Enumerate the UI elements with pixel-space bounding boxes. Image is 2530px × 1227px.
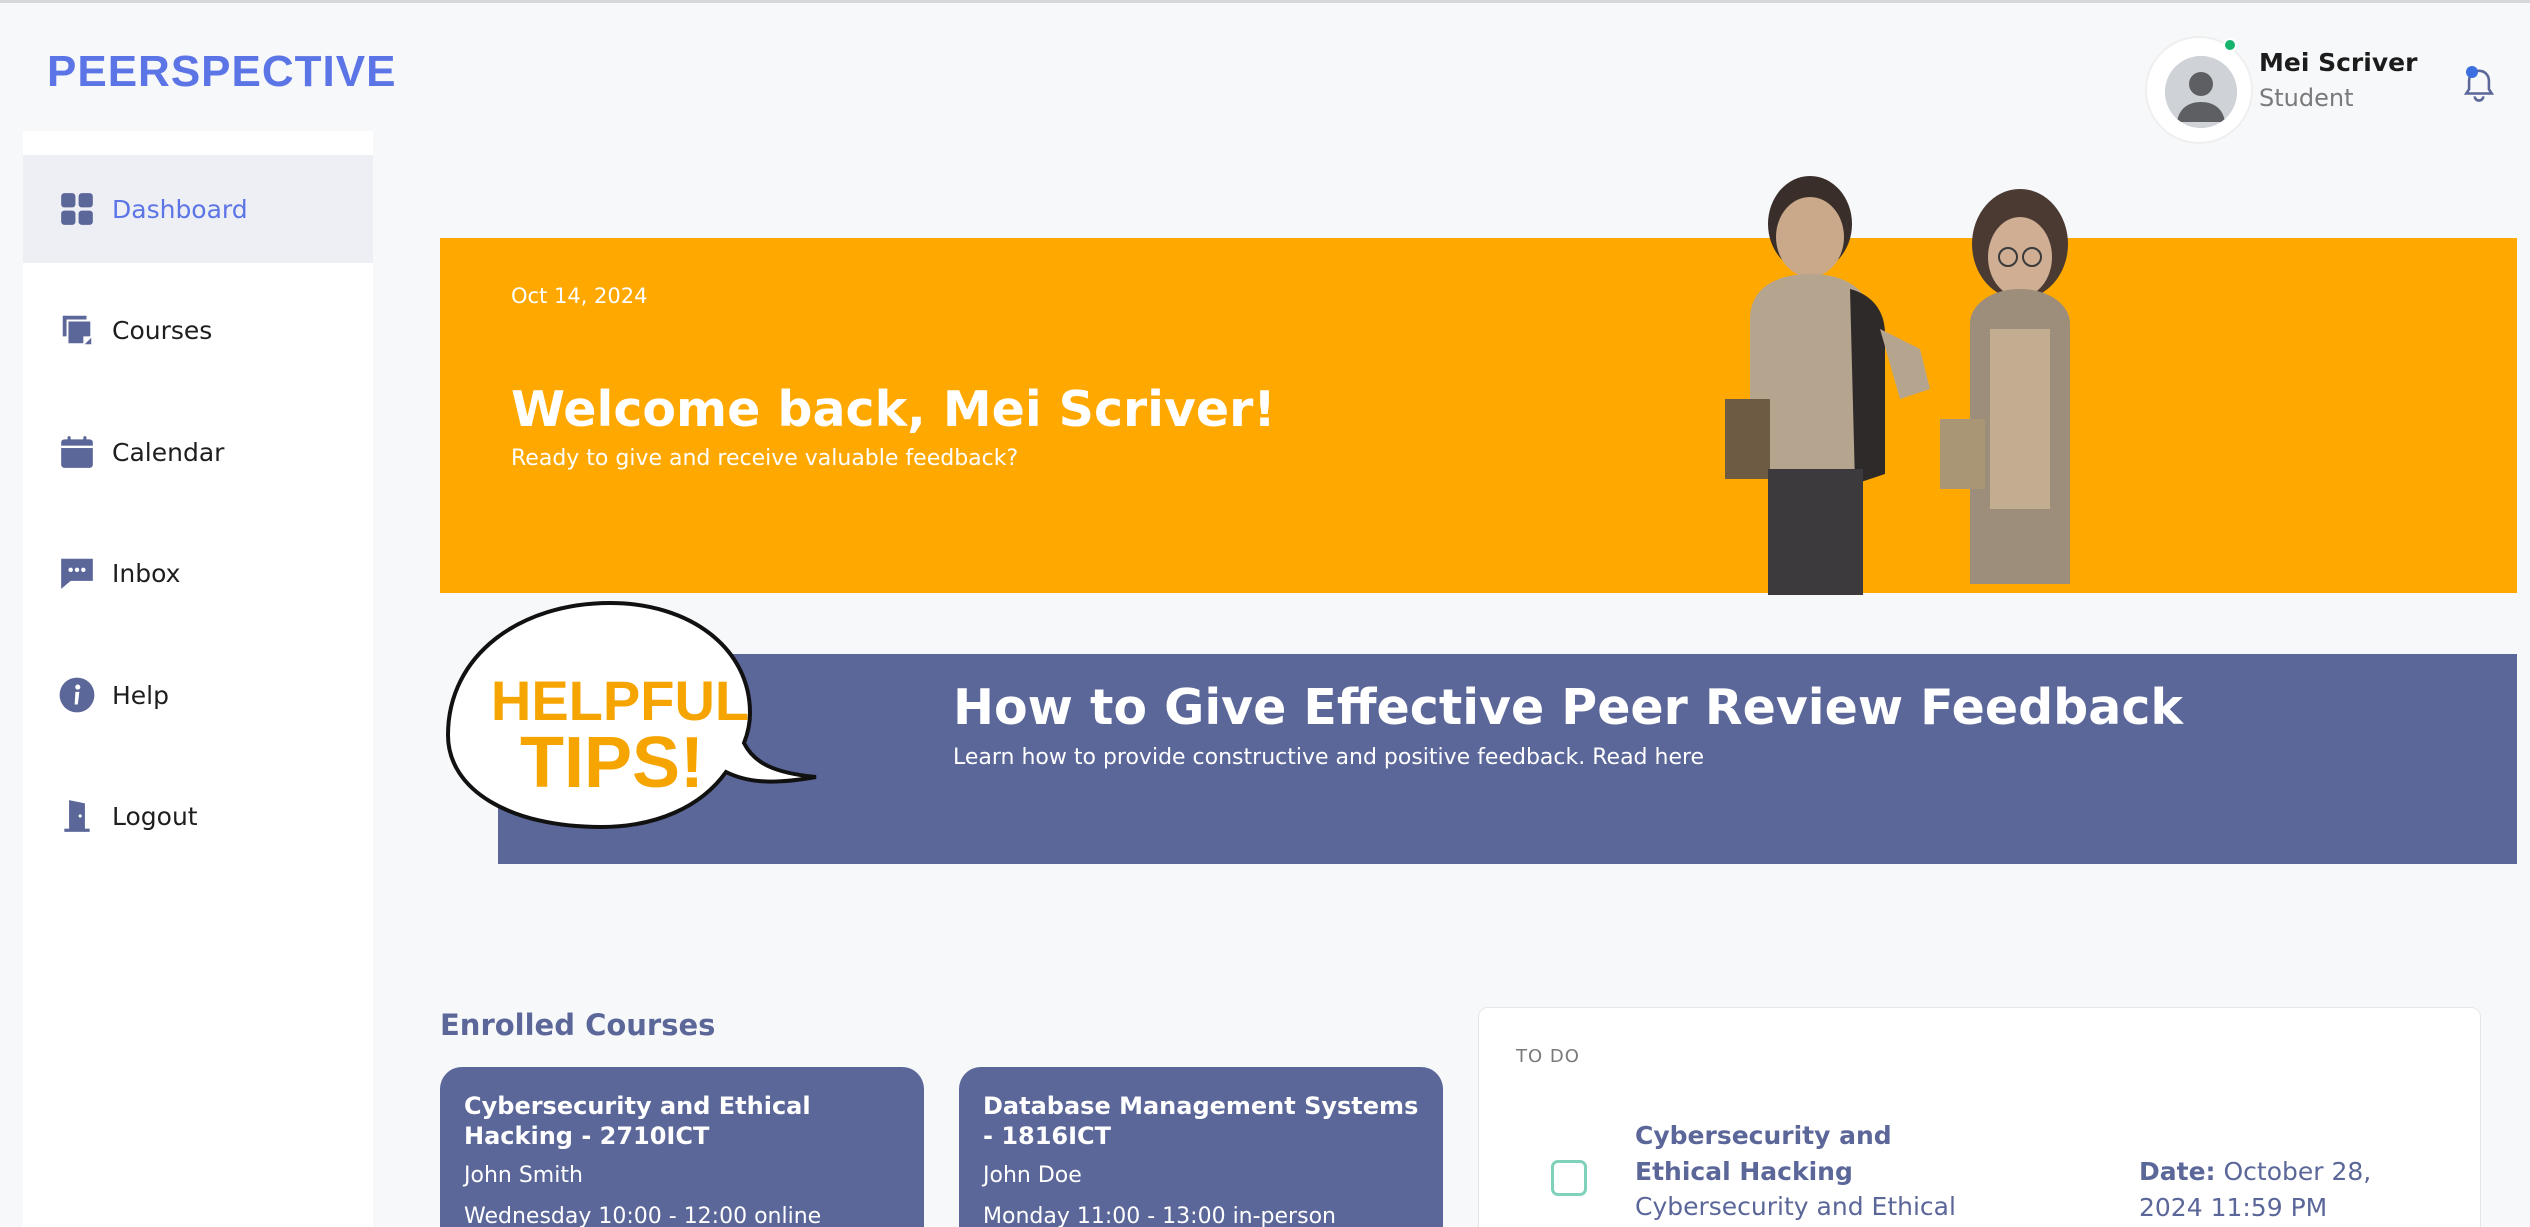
sidebar-item-help[interactable]: Help bbox=[23, 641, 373, 749]
todo-date-label: Date: bbox=[2139, 1157, 2216, 1186]
course-title: Database Management Systems - 1816ICT bbox=[983, 1092, 1419, 1150]
online-status-icon bbox=[2223, 38, 2237, 52]
tips-read-link[interactable]: Learn how to provide constructive and po… bbox=[953, 745, 1704, 770]
bubble-line2: TIPS! bbox=[520, 723, 704, 803]
course-instructor: John Smith bbox=[464, 1163, 583, 1188]
sidebar-item-label: Inbox bbox=[112, 558, 181, 588]
grid-icon bbox=[58, 190, 96, 228]
calendar-icon bbox=[58, 433, 96, 471]
enrolled-courses-title: Enrolled Courses bbox=[440, 1008, 716, 1042]
avatar[interactable] bbox=[2145, 36, 2253, 144]
welcome-subtitle: Ready to give and receive valuable feedb… bbox=[511, 446, 1019, 471]
course-title: Cybersecurity and Ethical Hacking - 2710… bbox=[464, 1092, 811, 1150]
user-role: Student bbox=[2259, 84, 2354, 112]
course-schedule: Monday 11:00 - 13:00 in-person bbox=[983, 1204, 1336, 1227]
user-avatar-icon bbox=[2165, 56, 2237, 128]
todo-item-course: Cybersecurity and Ethical bbox=[1635, 1192, 1956, 1221]
todo-item-title[interactable]: Cybersecurity and Ethical Hacking bbox=[1635, 1118, 1995, 1190]
user-profile[interactable]: Mei Scriver Student bbox=[2145, 36, 2465, 146]
sidebar-item-calendar[interactable]: Calendar bbox=[23, 398, 373, 506]
course-card[interactable]: Database Management Systems - 1816ICT Jo… bbox=[959, 1067, 1443, 1227]
todo-checkbox[interactable] bbox=[1551, 1160, 1587, 1196]
notification-dot-icon bbox=[2466, 66, 2478, 78]
user-name: Mei Scriver bbox=[2259, 48, 2418, 77]
helpful-tips-bubble-icon: HELPFUL TIPS! bbox=[445, 600, 817, 830]
todo-item-date: Date: October 28, 2024 11:59 PM bbox=[2139, 1154, 2399, 1226]
students-illustration bbox=[1725, 176, 2070, 595]
sidebar-item-inbox[interactable]: Inbox bbox=[23, 519, 373, 627]
course-schedule: Wednesday 10:00 - 12:00 online bbox=[464, 1204, 822, 1227]
todo-panel: TO DO Cybersecurity and Ethical Hacking … bbox=[1478, 1007, 2481, 1227]
sidebar: Dashboard Courses Calendar Inbox Help Lo… bbox=[23, 131, 373, 1227]
welcome-banner: Oct 14, 2024 Welcome back, Mei Scriver! … bbox=[440, 238, 2517, 593]
sidebar-item-label: Courses bbox=[112, 315, 213, 345]
sidebar-item-label: Calendar bbox=[112, 437, 225, 467]
chat-icon bbox=[58, 554, 96, 592]
tips-title[interactable]: How to Give Effective Peer Review Feedba… bbox=[953, 679, 2183, 736]
course-instructor: John Doe bbox=[983, 1163, 1082, 1188]
sidebar-item-label: Dashboard bbox=[112, 194, 248, 224]
info-icon bbox=[58, 676, 96, 714]
sidebar-item-label: Help bbox=[112, 680, 169, 710]
current-date: Oct 14, 2024 bbox=[511, 284, 648, 308]
sidebar-item-logout[interactable]: Logout bbox=[23, 762, 373, 870]
brand-logo[interactable]: PEERSPECTIVE bbox=[47, 47, 396, 97]
sidebar-item-label: Logout bbox=[112, 801, 198, 831]
note-icon bbox=[58, 311, 96, 349]
welcome-title: Welcome back, Mei Scriver! bbox=[511, 381, 1276, 438]
sidebar-item-dashboard[interactable]: Dashboard bbox=[23, 155, 373, 263]
door-icon bbox=[58, 797, 96, 835]
todo-label: TO DO bbox=[1516, 1046, 1580, 1067]
sidebar-item-courses[interactable]: Courses bbox=[23, 276, 373, 384]
course-card[interactable]: Cybersecurity and Ethical Hacking - 2710… bbox=[440, 1067, 924, 1227]
